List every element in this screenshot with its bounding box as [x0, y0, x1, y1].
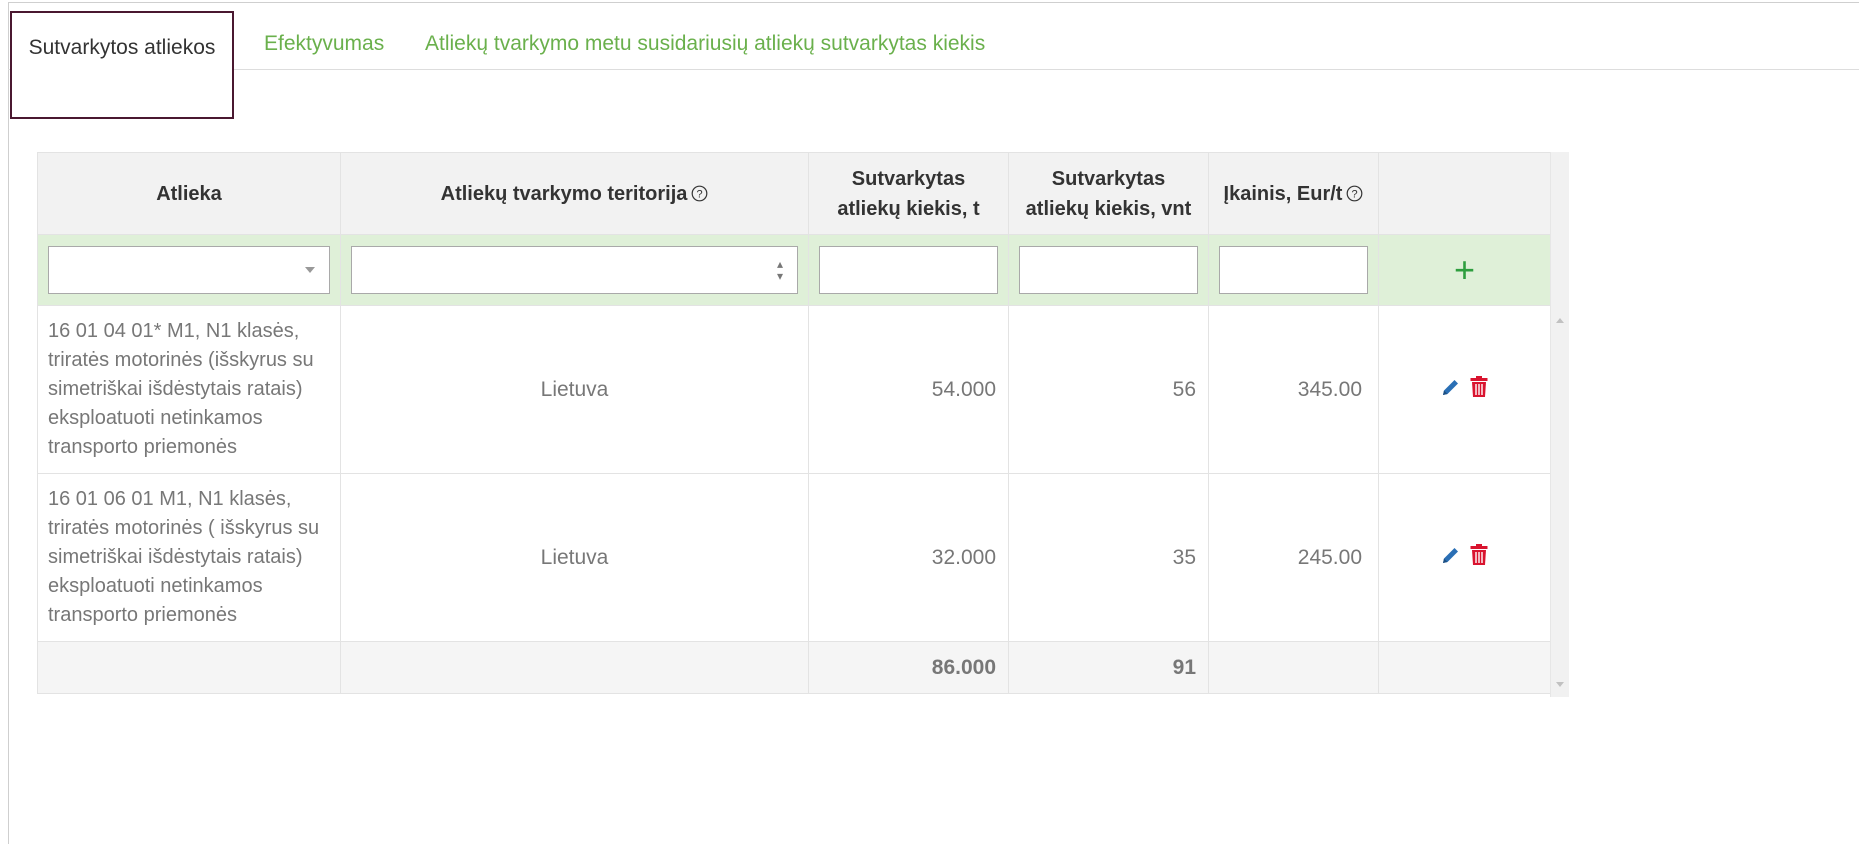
delete-button[interactable] [1470, 543, 1488, 572]
tab-label: Efektyvumas [264, 32, 385, 55]
filter-row: ▴ ▾ + [37, 234, 1551, 306]
header-price[interactable]: Įkainis, Eur/t? [1208, 152, 1379, 235]
cell-qty-vnt: 35 [1008, 473, 1209, 642]
waste-table: Atlieka Atliekų tvarkymo teritorija? Sut… [37, 152, 1551, 694]
scroll-up-icon[interactable] [1556, 318, 1564, 323]
trash-icon [1470, 543, 1488, 565]
table-row: 16 01 04 01* M1, N1 klasės, triratės mot… [37, 305, 1551, 474]
territory-select[interactable]: ▴ ▾ [351, 246, 798, 294]
price-input[interactable] [1219, 246, 1368, 294]
cell-qty-t: 54.000 [808, 305, 1009, 474]
svg-text:?: ? [1352, 188, 1358, 200]
tab-susidariusiu-atlieku-kiekis[interactable]: Atliekų tvarkymo metu susidariusių atlie… [425, 2, 985, 68]
pencil-icon [1442, 547, 1458, 563]
delete-button[interactable] [1470, 375, 1488, 404]
total-qty-t: 86.000 [808, 641, 1009, 694]
header-territory[interactable]: Atliekų tvarkymo teritorija? [340, 152, 809, 235]
cell-waste: 16 01 04 01* M1, N1 klasės, triratės mot… [37, 305, 341, 474]
total-qty-vnt: 91 [1008, 641, 1209, 694]
trash-icon [1470, 375, 1488, 397]
header-qty-vnt[interactable]: Sutvarkytas atliekų kiekis, vnt [1008, 152, 1209, 235]
sort-arrows-icon: ▴ ▾ [776, 257, 783, 283]
tab-sutvarkytos-atliekos[interactable]: Sutvarkytos atliekos [10, 11, 234, 119]
totals-row: 86.000 91 [37, 641, 1551, 694]
qty-vnt-input[interactable] [1019, 246, 1198, 294]
chevron-down-icon [305, 267, 315, 273]
help-circle-icon[interactable]: ? [691, 184, 708, 204]
tab-label: Sutvarkytos atliekos [28, 36, 216, 59]
pencil-icon [1442, 379, 1458, 395]
header-qty-t[interactable]: Sutvarkytas atliekų kiekis, t [808, 152, 1009, 235]
header-waste[interactable]: Atlieka [37, 152, 341, 235]
cell-price: 245.00 [1208, 473, 1379, 642]
row-actions [1378, 305, 1551, 474]
tab-efektyvumas[interactable]: Efektyvumas [264, 2, 384, 68]
cell-waste: 16 01 06 01 M1, N1 klasės, triratės moto… [37, 473, 341, 642]
row-actions [1378, 473, 1551, 642]
cell-price: 345.00 [1208, 305, 1379, 474]
cell-qty-t: 32.000 [808, 473, 1009, 642]
header-row: Atlieka Atliekų tvarkymo teritorija? Sut… [37, 152, 1551, 235]
table-scrollbar[interactable] [1550, 152, 1569, 697]
plus-icon: + [1453, 249, 1476, 290]
table-row: 16 01 06 01 M1, N1 klasės, triratės moto… [37, 473, 1551, 642]
cell-qty-vnt: 56 [1008, 305, 1209, 474]
qty-t-input[interactable] [819, 246, 998, 294]
header-actions [1378, 152, 1551, 235]
waste-select[interactable] [48, 246, 330, 294]
help-circle-icon[interactable]: ? [1346, 184, 1363, 204]
edit-button[interactable] [1441, 377, 1461, 403]
add-row-button[interactable]: + [1389, 235, 1540, 305]
scroll-down-icon[interactable] [1556, 682, 1564, 687]
cell-territory: Lietuva [340, 473, 809, 642]
tab-label: Atliekų tvarkymo metu susidariusių atlie… [425, 32, 986, 55]
tab-bar: Sutvarkytos atliekos Efektyvumas Atliekų… [8, 2, 1859, 119]
svg-text:?: ? [697, 188, 703, 200]
cell-territory: Lietuva [340, 305, 809, 474]
edit-button[interactable] [1441, 545, 1461, 571]
